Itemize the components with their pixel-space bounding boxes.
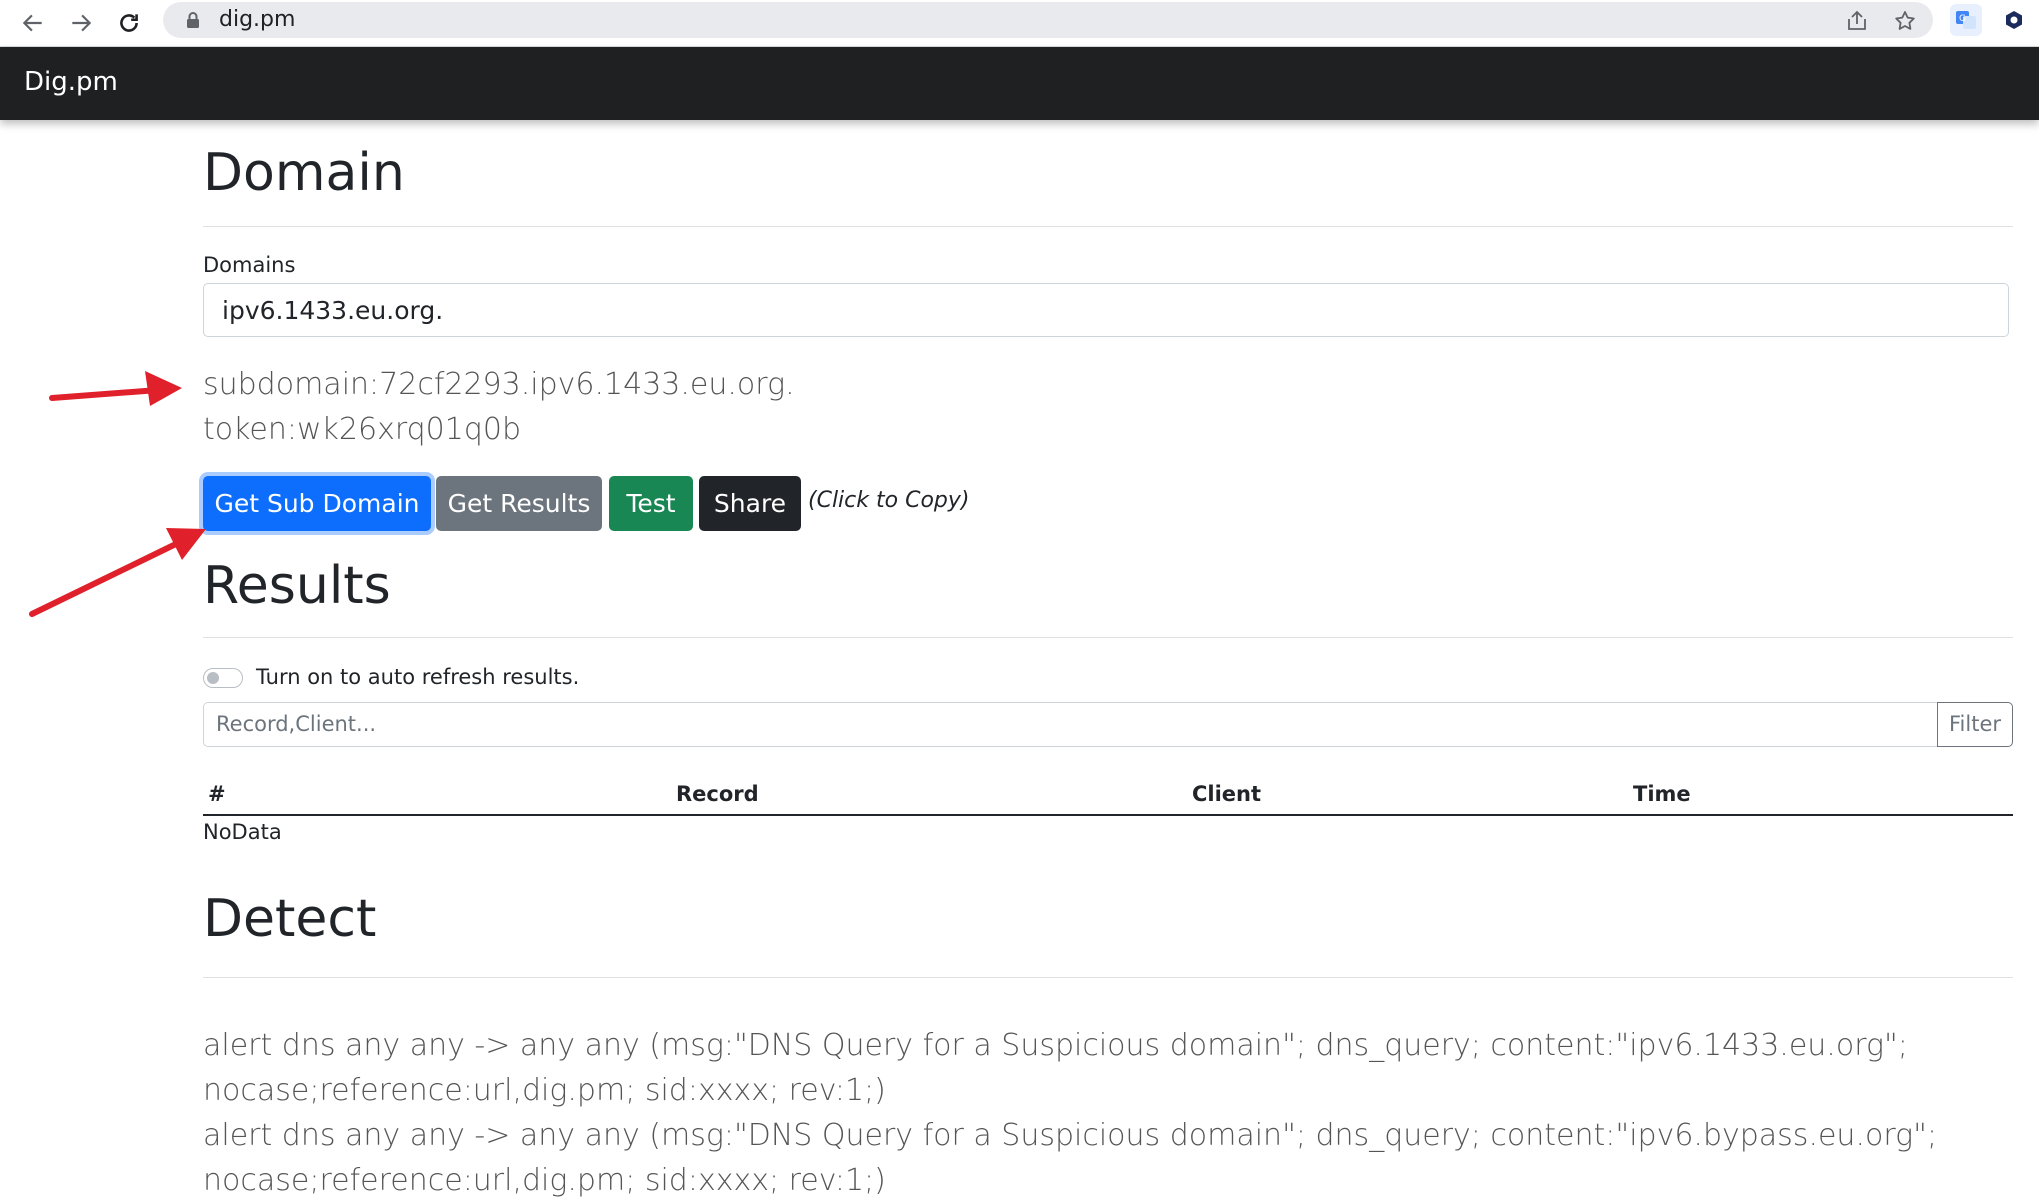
translate-extension-icon[interactable]: G: [1950, 4, 1982, 36]
detect-rule-line: nocase;reference:url,dig.pm; sid:xxxx; r…: [203, 1073, 886, 1108]
extension-shield-icon[interactable]: [1998, 4, 2030, 36]
brand-link[interactable]: Dig.pm: [24, 66, 118, 98]
url-text: dig.pm: [219, 7, 296, 32]
domains-label: Domains: [203, 253, 296, 277]
filter-input[interactable]: Record,Client...: [203, 702, 1938, 747]
detect-heading: Detect: [203, 889, 377, 949]
arrow-left-icon: [22, 14, 42, 32]
column-header-client: Client: [1192, 782, 1262, 806]
token-text[interactable]: token:wk26xrq01q0b: [203, 412, 521, 448]
share-page-icon[interactable]: [1845, 9, 1869, 33]
test-button[interactable]: Test: [609, 476, 693, 531]
column-header-number: #: [208, 782, 226, 806]
results-heading: Results: [203, 556, 391, 616]
address-bar[interactable]: dig.pm: [163, 2, 1933, 38]
domain-heading: Domain: [203, 143, 405, 203]
subdomain-text[interactable]: subdomain:72cf2293.ipv6.1433.eu.org.: [203, 367, 795, 403]
filter-button[interactable]: Filter: [1937, 702, 2013, 747]
bookmark-star-icon[interactable]: [1893, 9, 1917, 33]
auto-refresh-toggle[interactable]: [203, 668, 243, 688]
detect-divider: [203, 977, 2013, 978]
forward-button[interactable]: [64, 6, 98, 40]
svg-text:G: G: [1959, 14, 1966, 24]
browser-toolbar: dig.pm G: [0, 0, 2039, 47]
reload-button[interactable]: [112, 6, 146, 40]
results-divider: [203, 637, 2013, 638]
table-header-line: [203, 814, 2013, 816]
annotation-arrow-button: [29, 528, 206, 617]
annotation-arrow-subdomain: [49, 371, 182, 406]
back-button[interactable]: [16, 6, 50, 40]
domains-input[interactable]: ipv6.1433.eu.org.: [203, 283, 2009, 337]
share-button[interactable]: Share: [699, 476, 801, 531]
column-header-time: Time: [1633, 782, 1691, 806]
reload-icon: [120, 14, 138, 32]
auto-refresh-label: Turn on to auto refresh results.: [256, 665, 580, 689]
lock-icon: [187, 12, 199, 28]
get-sub-domain-button[interactable]: Get Sub Domain: [203, 476, 431, 531]
detect-rule-line: alert dns any any -> any any (msg:"DNS Q…: [203, 1028, 1908, 1063]
detect-rule-line: nocase;reference:url,dig.pm; sid:xxxx; r…: [203, 1163, 886, 1198]
click-to-copy-hint: (Click to Copy): [808, 488, 970, 513]
domain-divider: [203, 226, 2013, 227]
detect-rule-line: alert dns any any -> any any (msg:"DNS Q…: [203, 1118, 1938, 1153]
arrow-right-icon: [72, 14, 92, 32]
app-navbar: Dig.pm: [0, 47, 2039, 120]
get-results-button[interactable]: Get Results: [436, 476, 602, 531]
toggle-knob: [207, 672, 219, 684]
no-data-text: NoData: [203, 820, 282, 844]
column-header-record: Record: [676, 782, 759, 806]
